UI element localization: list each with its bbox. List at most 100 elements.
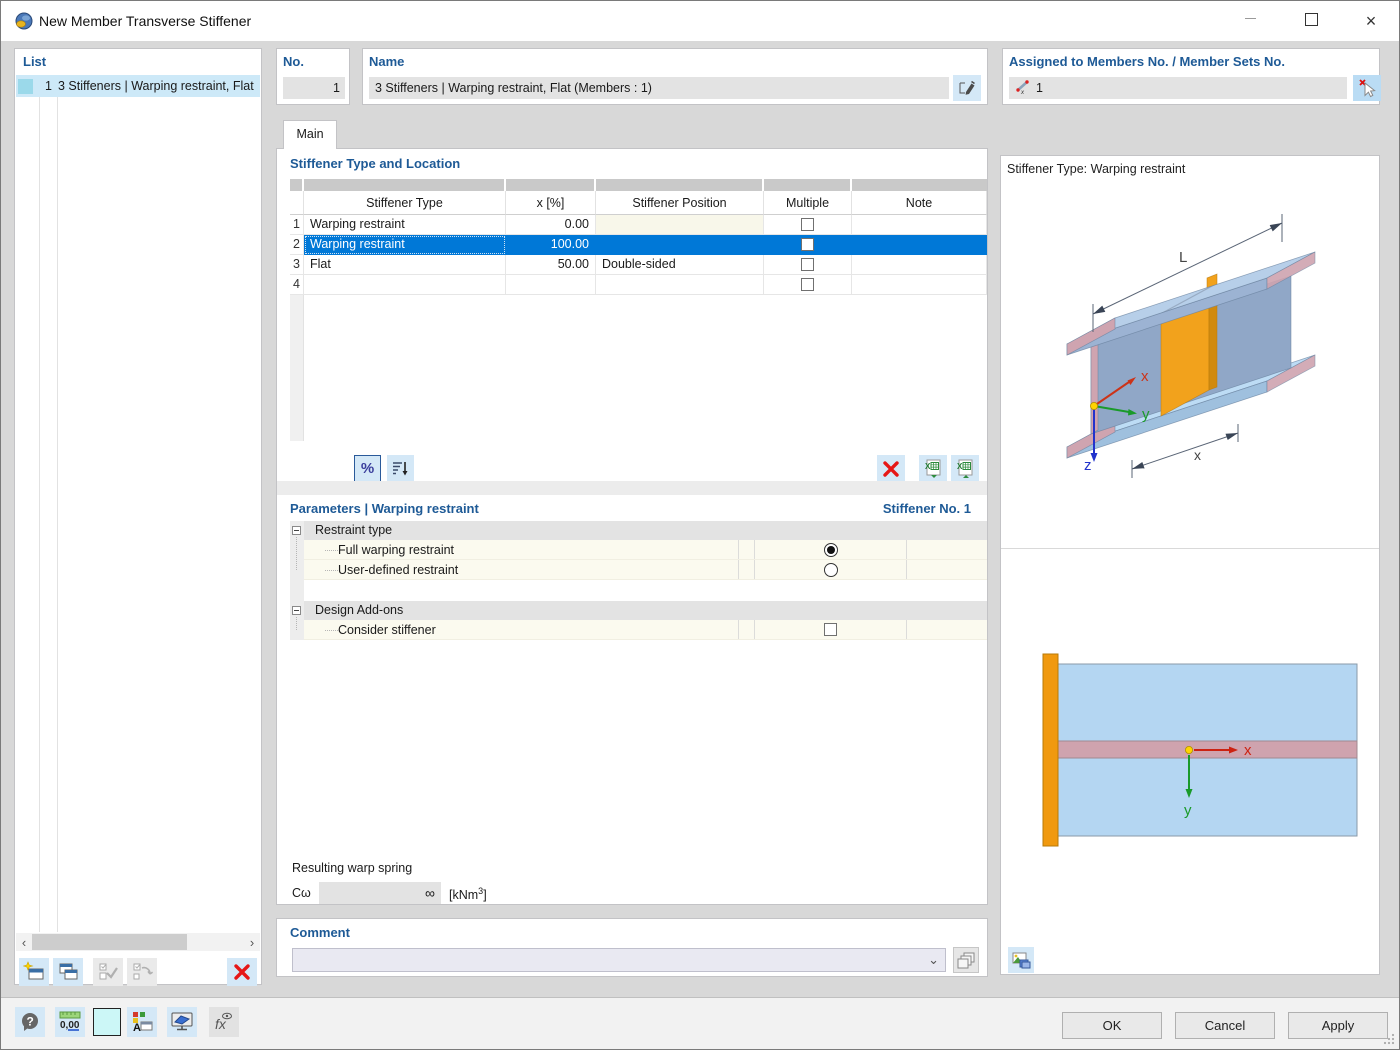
scrollbar-thumb[interactable]: [32, 934, 187, 950]
cell-position[interactable]: Double-sided: [596, 255, 764, 275]
dim-x-label: x: [1194, 447, 1201, 463]
col-note: Note: [852, 191, 987, 215]
axis2d-x-label: x: [1244, 742, 1252, 759]
param-consider-stiffener[interactable]: Consider stiffener: [304, 620, 987, 640]
col-stiffener-position: Stiffener Position: [596, 191, 764, 215]
svg-text:?: ?: [27, 1015, 34, 1029]
table-row[interactable]: 1 Warping restraint 0.00: [290, 215, 987, 235]
cell-note[interactable]: [852, 255, 987, 275]
no-panel: No. 1: [276, 48, 350, 105]
cell-position[interactable]: [596, 215, 764, 235]
check-all-button[interactable]: [93, 958, 123, 986]
no-field: 1: [283, 77, 345, 99]
table-row-selected[interactable]: 2 Warping restraint 100.00: [290, 235, 987, 255]
layered-pages-icon: [957, 952, 975, 969]
cell-x[interactable]: 0.00: [506, 215, 596, 235]
cell-x[interactable]: 100.00: [506, 235, 596, 255]
cell-position[interactable]: [596, 235, 764, 255]
display-properties-icon: A: [133, 1012, 153, 1034]
dim-length-label: L: [1179, 249, 1187, 266]
table-row-empty[interactable]: 4: [290, 275, 987, 295]
cell-x[interactable]: 50.00: [506, 255, 596, 275]
chevron-down-icon[interactable]: ⌄: [928, 952, 939, 968]
cell-type[interactable]: [304, 275, 506, 295]
table-header-row: Stiffener Type x [%] Stiffener Position …: [290, 191, 987, 215]
color-swatch-button[interactable]: [93, 1008, 121, 1036]
list-header: List: [23, 54, 47, 69]
close-button[interactable]: ×: [1355, 6, 1387, 36]
apply-button[interactable]: Apply: [1288, 1012, 1388, 1039]
resize-grip[interactable]: [1383, 1033, 1395, 1045]
cell-type[interactable]: Warping restraint: [304, 235, 506, 255]
rendering-button[interactable]: [167, 1007, 197, 1037]
section-divider: [277, 481, 987, 495]
list-horizontal-scrollbar[interactable]: ‹ ›: [16, 933, 260, 951]
new-item-button[interactable]: [19, 958, 49, 986]
svg-text:A: A: [133, 1022, 141, 1034]
cell-note[interactable]: [852, 275, 987, 295]
name-field[interactable]: 3 Stiffeners | Warping restraint, Flat (…: [369, 77, 949, 99]
display-properties-button[interactable]: A: [127, 1007, 157, 1037]
formula-button[interactable]: fx: [209, 1007, 239, 1037]
comment-combobox[interactable]: ⌄: [292, 948, 946, 972]
list-item[interactable]: 1 3 Stiffeners | Warping restraint, Flat: [16, 75, 260, 97]
help-button[interactable]: ?: [15, 1007, 45, 1037]
stiffener-3d-preview: L x x y z: [1066, 214, 1316, 478]
warp-spring-label: Resulting warp spring: [292, 861, 413, 875]
maximize-button[interactable]: [1295, 6, 1327, 36]
group-design-addons[interactable]: Design Add-ons: [304, 601, 987, 620]
minimize-button[interactable]: [1234, 6, 1266, 36]
cell-note[interactable]: [852, 235, 987, 255]
ok-button[interactable]: OK: [1062, 1012, 1162, 1039]
sort-button[interactable]: [387, 455, 414, 482]
invert-selection-icon: [133, 963, 153, 980]
param-full-warping-restraint[interactable]: Full warping restraint: [304, 540, 987, 560]
edit-name-button[interactable]: [953, 75, 981, 101]
collapse-restraint-type-icon[interactable]: [292, 526, 301, 535]
cell-type[interactable]: Flat: [304, 255, 506, 275]
new-window-icon: [23, 961, 44, 980]
units-settings-button[interactable]: 0,00: [55, 1007, 85, 1037]
preview-panel: Stiffener Type: Warping restraint L x x …: [1000, 155, 1380, 975]
import-excel-button[interactable]: X: [951, 455, 979, 482]
multiple-checkbox[interactable]: [801, 258, 814, 271]
export-excel-button[interactable]: X: [919, 455, 947, 482]
units-icon: 0,00: [59, 1011, 81, 1031]
consider-stiffener-checkbox[interactable]: [824, 623, 837, 636]
table-row[interactable]: 3 Flat 50.00 Double-sided: [290, 255, 987, 275]
cell-position[interactable]: [596, 275, 764, 295]
cell-type[interactable]: Warping restraint: [304, 215, 506, 235]
scroll-right-icon[interactable]: ›: [244, 935, 260, 950]
copy-item-button[interactable]: [53, 958, 83, 986]
name-header: Name: [369, 54, 405, 69]
collapse-design-addons-icon[interactable]: [292, 606, 301, 615]
select-members-button[interactable]: [1353, 75, 1381, 101]
full-warping-restraint-radio[interactable]: [823, 542, 838, 557]
cell-note[interactable]: [852, 215, 987, 235]
preview-display-options-button[interactable]: [1008, 947, 1034, 973]
image-display-icon: [1012, 952, 1031, 969]
delete-item-button[interactable]: [227, 958, 257, 986]
assigned-members-field[interactable]: x 1: [1009, 77, 1347, 99]
comment-value: [293, 953, 299, 967]
cancel-button[interactable]: Cancel: [1175, 1012, 1275, 1039]
assigned-header: Assigned to Members No. / Member Sets No…: [1009, 54, 1285, 69]
invert-selection-button[interactable]: [127, 958, 157, 986]
param-user-defined-restraint[interactable]: User-defined restraint: [304, 560, 987, 580]
multiple-checkbox[interactable]: [801, 218, 814, 231]
item-color-swatch: [18, 78, 33, 94]
tab-main[interactable]: Main: [283, 120, 337, 149]
percent-toggle-button[interactable]: %: [354, 455, 381, 482]
delete-rows-button[interactable]: [877, 455, 905, 482]
copy-comment-button[interactable]: [953, 947, 979, 973]
cell-x[interactable]: [506, 275, 596, 295]
param-label: User-defined restraint: [338, 563, 459, 577]
comment-title: Comment: [290, 925, 350, 940]
multiple-checkbox[interactable]: [801, 278, 814, 291]
user-defined-restraint-radio[interactable]: [823, 562, 838, 577]
multiple-checkbox[interactable]: [801, 238, 814, 251]
new-member-transverse-stiffener-dialog: New Member Transverse Stiffener × List 1…: [0, 0, 1400, 1050]
title-bar[interactable]: New Member Transverse Stiffener ×: [1, 1, 1399, 41]
group-restraint-type[interactable]: Restraint type: [304, 521, 987, 540]
scroll-left-icon[interactable]: ‹: [16, 935, 32, 950]
